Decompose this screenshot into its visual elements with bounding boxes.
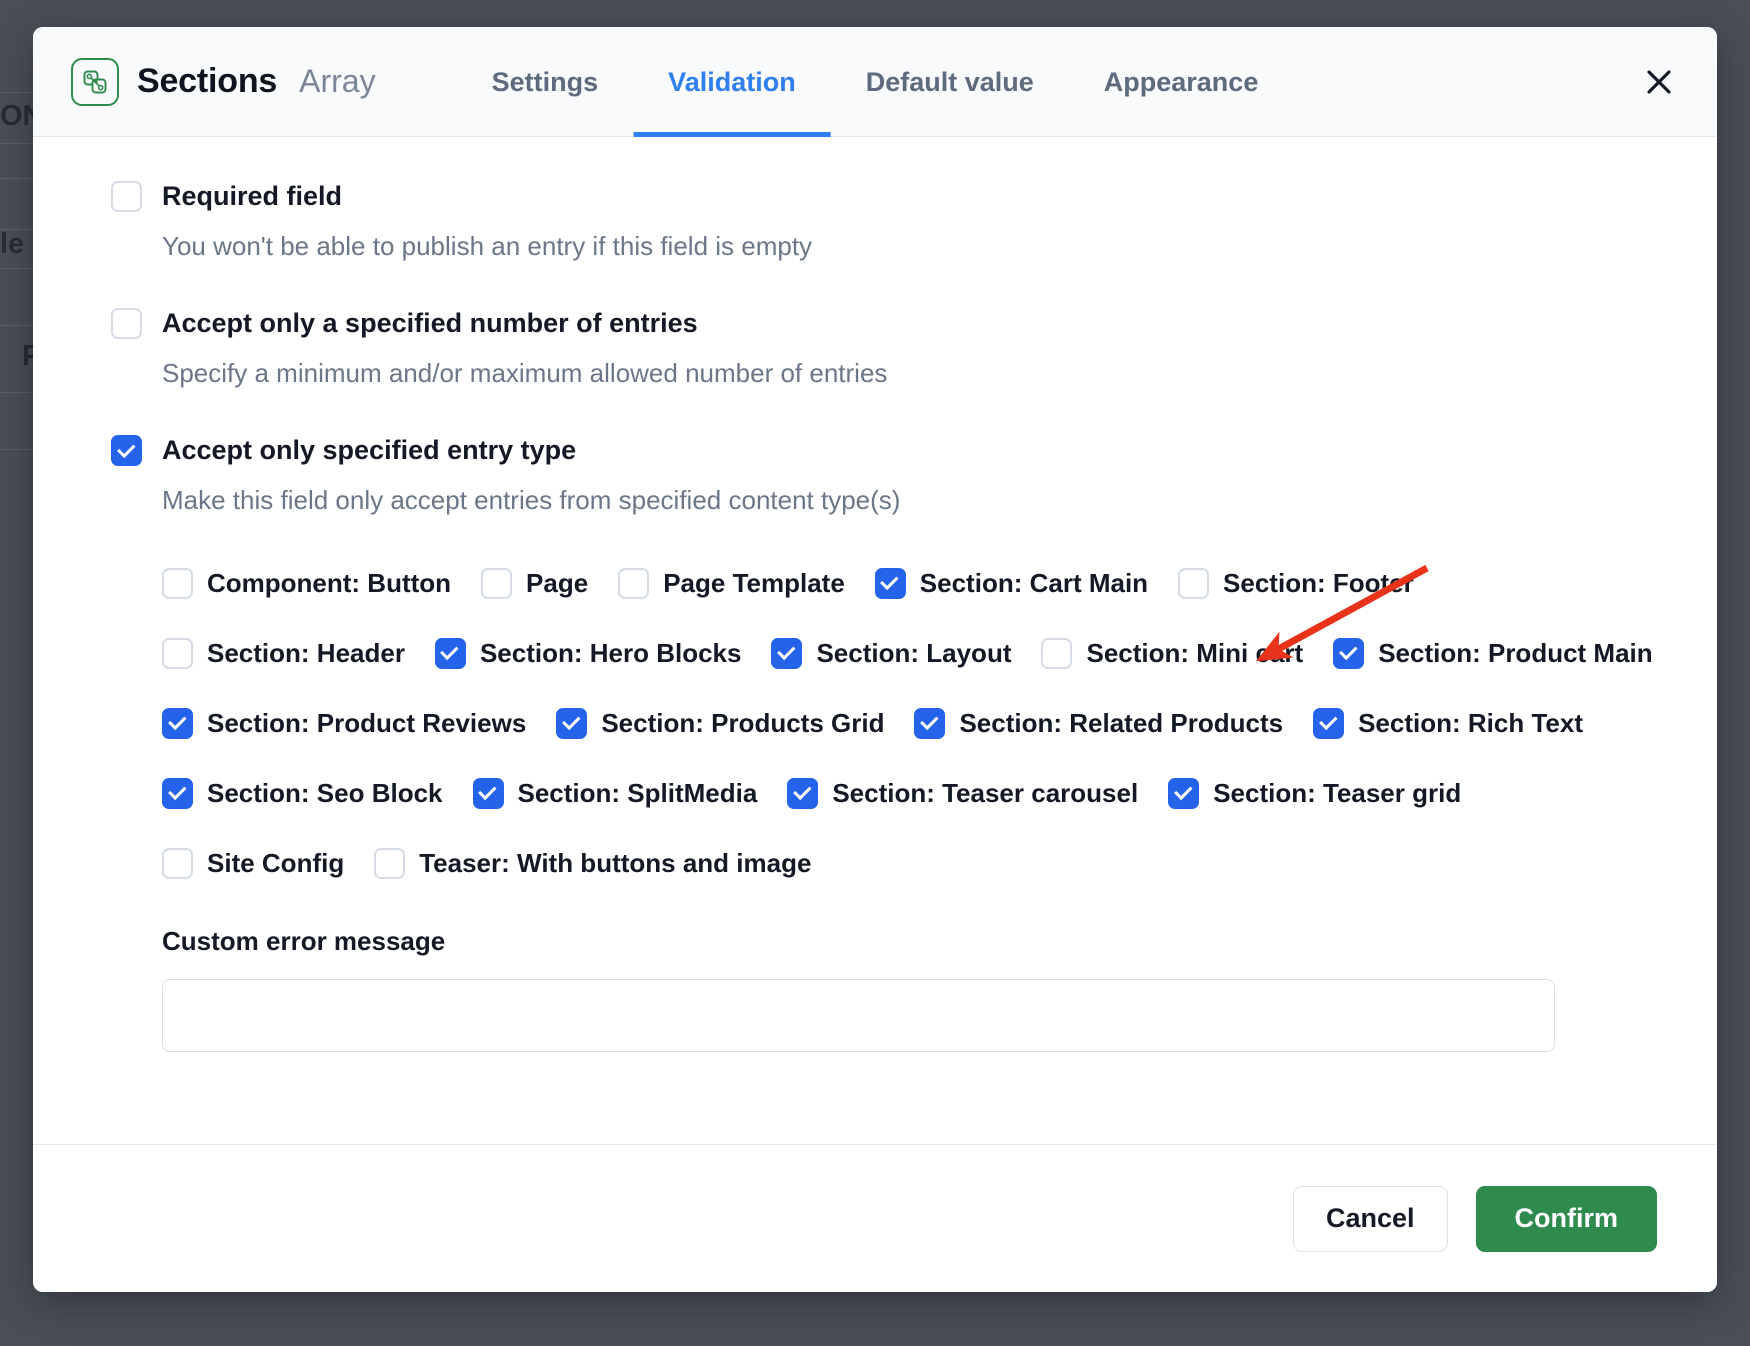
entry-type-checkbox[interactable] xyxy=(481,567,513,599)
tab-validation[interactable]: Validation xyxy=(633,27,831,137)
entry-type-item[interactable]: Section: Product Reviews xyxy=(162,688,526,758)
dialog-footer: Cancel Confirm xyxy=(33,1144,1717,1292)
entry-type-checkbox[interactable] xyxy=(556,707,588,739)
entry-type-checkbox[interactable] xyxy=(618,567,650,599)
entry-type-label: Section: Layout xyxy=(816,637,1012,668)
option-row[interactable]: Accept only a specified number of entrie… xyxy=(111,308,1671,339)
tab-default-value[interactable]: Default value xyxy=(831,27,1069,137)
option-row[interactable]: Required field xyxy=(111,181,1671,212)
entry-type-checkbox[interactable] xyxy=(1041,637,1073,669)
entry-type-label: Section: Products Grid xyxy=(601,707,885,738)
entry-type-checkbox[interactable] xyxy=(434,637,466,669)
entry-type-item[interactable]: Section: Seo Block xyxy=(162,758,443,828)
required-field-checkbox[interactable] xyxy=(111,181,142,212)
entry-type-item[interactable]: Section: Hero Blocks xyxy=(434,618,742,688)
entry-type-item[interactable]: Section: Related Products xyxy=(914,688,1283,758)
entry-type-item[interactable]: Section: Teaser grid xyxy=(1168,758,1461,828)
entry-type-label: Component: Button xyxy=(207,567,452,598)
cancel-button[interactable]: Cancel xyxy=(1292,1185,1448,1252)
entry-type-label: Section: Mini cart xyxy=(1086,637,1304,668)
dialog-header: Sections Array Settings Validation Defau… xyxy=(33,27,1717,137)
entry-type-checkbox[interactable] xyxy=(1168,777,1200,809)
entry-type-item[interactable]: Section: Product Main xyxy=(1333,618,1653,688)
entry-type-label: Section: Related Products xyxy=(959,707,1284,738)
dialog-body: Required field You won't be able to publ… xyxy=(33,137,1717,1144)
entry-type-checkbox-grid: Component: Button Page Page Template Sectio… xyxy=(162,548,1671,898)
entry-type-label: Site Config xyxy=(207,847,345,878)
entry-type-item[interactable]: Section: Footer xyxy=(1178,548,1414,618)
option-specified-number-of-entries: Accept only a specified number of entrie… xyxy=(111,308,1671,389)
entry-type-label: Section: Seo Block xyxy=(207,777,443,808)
entry-type-checkbox[interactable] xyxy=(787,777,819,809)
specified-number-label: Accept only a specified number of entrie… xyxy=(162,308,698,338)
entry-type-label: Page xyxy=(526,567,589,598)
entry-type-checkbox[interactable] xyxy=(914,707,946,739)
backdrop-text-fragment: le xyxy=(0,228,25,260)
entry-type-checkbox[interactable] xyxy=(162,707,193,739)
option-row[interactable]: Accept only specified entry type xyxy=(111,435,1671,466)
entry-type-label: Section: Product Reviews xyxy=(207,707,527,738)
field-type-label: Array xyxy=(299,63,376,99)
field-title: Sections xyxy=(137,62,278,100)
dialog-title-group: Sections Array xyxy=(71,57,376,106)
entry-type-label: Teaser: With buttons and image xyxy=(419,847,812,878)
entry-type-checkbox[interactable] xyxy=(1333,637,1365,669)
entry-type-label: Section: Teaser grid xyxy=(1213,777,1462,808)
required-field-label: Required field xyxy=(162,181,343,211)
entry-type-checkbox[interactable] xyxy=(1313,707,1345,739)
entry-type-item[interactable]: Page Template xyxy=(618,548,845,618)
entry-type-checkbox[interactable] xyxy=(1178,567,1210,599)
specified-entry-type-label: Accept only specified entry type xyxy=(162,435,577,465)
specified-entry-type-description: Make this field only accept entries from… xyxy=(162,485,901,515)
entry-type-item[interactable]: Section: Mini cart xyxy=(1041,618,1303,688)
entry-type-item[interactable]: Teaser: With buttons and image xyxy=(374,828,811,898)
entry-type-checkbox[interactable] xyxy=(874,567,906,599)
custom-error-message-input[interactable] xyxy=(162,979,1555,1052)
entry-type-label: Section: Rich Text xyxy=(1358,707,1583,738)
entry-type-item[interactable]: Component: Button xyxy=(162,548,451,618)
entry-type-label: Section: Product Main xyxy=(1378,637,1653,668)
tab-appearance[interactable]: Appearance xyxy=(1069,27,1294,137)
option-specified-entry-type: Accept only specified entry type Make th… xyxy=(111,435,1671,1052)
dialog-tabs: Settings Validation Default value Appear… xyxy=(457,27,1294,137)
entry-type-item[interactable]: Section: Teaser carousel xyxy=(787,758,1138,828)
entry-type-checkbox[interactable] xyxy=(374,847,406,879)
specified-number-description: Specify a minimum and/or maximum allowed… xyxy=(162,358,888,388)
entry-type-checkbox[interactable] xyxy=(162,567,193,599)
entry-type-item[interactable]: Section: Header xyxy=(162,618,405,688)
entry-type-item[interactable]: Section: Rich Text xyxy=(1313,688,1583,758)
entry-type-label: Section: Header xyxy=(207,637,405,668)
entry-type-item[interactable]: Section: Products Grid xyxy=(556,688,884,758)
entry-type-item[interactable]: Section: Cart Main xyxy=(874,548,1149,618)
entry-type-item[interactable]: Section: Layout xyxy=(771,618,1011,688)
field-settings-dialog: Sections Array Settings Validation Defau… xyxy=(33,27,1717,1292)
entry-type-label: Section: Footer xyxy=(1223,567,1414,598)
entry-type-label: Section: SplitMedia xyxy=(517,777,758,808)
entry-type-item[interactable]: Section: SplitMedia xyxy=(472,758,758,828)
entry-type-checkbox[interactable] xyxy=(162,777,193,809)
close-icon[interactable] xyxy=(1637,60,1681,104)
entry-type-checkbox[interactable] xyxy=(162,847,193,879)
specified-number-checkbox[interactable] xyxy=(111,308,142,339)
specified-entry-type-checkbox[interactable] xyxy=(111,435,142,466)
entry-type-label: Section: Cart Main xyxy=(919,567,1149,598)
custom-error-message-label: Custom error message xyxy=(162,926,446,956)
entry-type-checkbox[interactable] xyxy=(472,777,504,809)
required-field-description: You won't be able to publish an entry if… xyxy=(162,231,813,261)
entry-type-checkbox[interactable] xyxy=(162,637,193,669)
option-required-field: Required field You won't be able to publ… xyxy=(111,181,1671,262)
entry-type-label: Section: Hero Blocks xyxy=(479,637,742,668)
entry-type-checkbox[interactable] xyxy=(771,637,803,669)
entry-type-label: Section: Teaser carousel xyxy=(832,777,1139,808)
entry-type-label: Page Template xyxy=(663,567,845,598)
tab-settings[interactable]: Settings xyxy=(457,27,634,137)
array-field-icon xyxy=(71,57,119,106)
entry-type-item[interactable]: Page xyxy=(481,548,588,618)
confirm-button[interactable]: Confirm xyxy=(1475,1185,1657,1252)
entry-type-item[interactable]: Site Config xyxy=(162,828,344,898)
